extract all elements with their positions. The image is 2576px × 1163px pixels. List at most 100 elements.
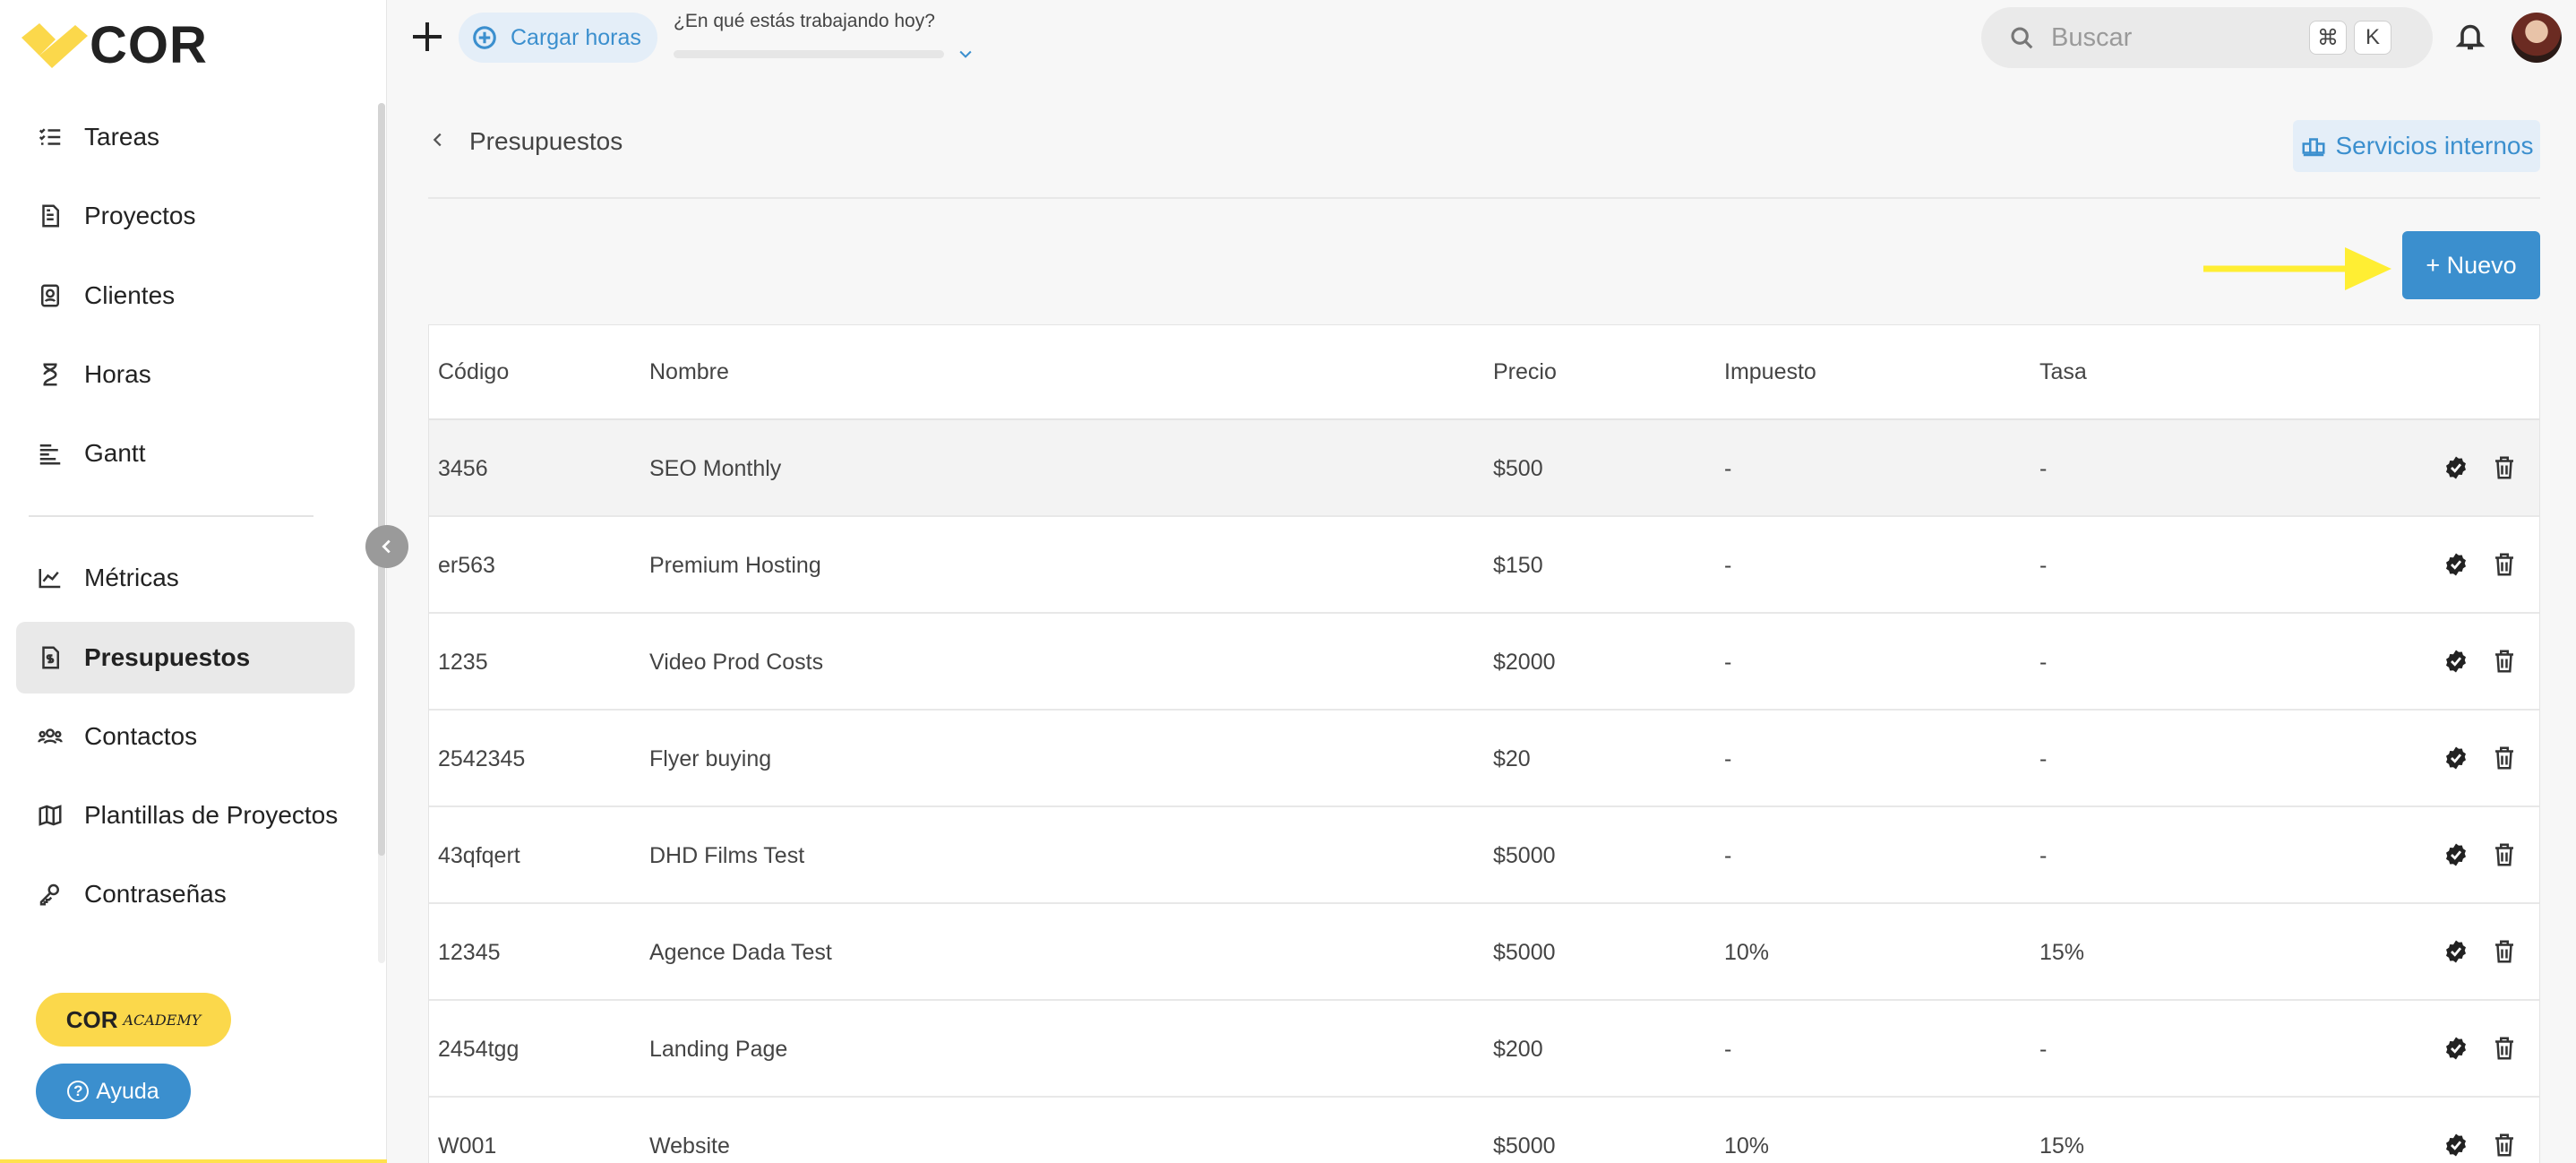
search-input[interactable] — [2051, 22, 2302, 53]
cor-logo-mark-icon — [21, 23, 88, 68]
cell-nombre: Premium Hosting — [649, 553, 821, 578]
cell-impuesto: - — [1724, 650, 1732, 675]
cor-academy-button[interactable]: COR ACADEMY — [36, 993, 231, 1047]
sidebar-item-metricas[interactable]: Métricas — [16, 542, 355, 614]
trash-icon[interactable] — [2491, 745, 2520, 773]
help-button[interactable]: ? Ayuda — [36, 1064, 191, 1119]
table-row[interactable]: er563 Premium Hosting $150 - - — [429, 517, 2539, 614]
table-row[interactable]: 12345 Agence Dada Test $5000 10% 15% — [429, 904, 2539, 1001]
verified-icon[interactable] — [2443, 1132, 2471, 1160]
sidebar-item-tareas[interactable]: Tareas — [16, 101, 355, 173]
verified-icon[interactable] — [2443, 745, 2471, 773]
sidebar-item-contrasenas[interactable]: Contraseñas — [16, 858, 355, 930]
table-row[interactable]: 43qfqert DHD Films Test $5000 - - — [429, 807, 2539, 904]
chevron-left-icon — [428, 130, 451, 153]
search-icon — [2008, 24, 2035, 51]
cell-precio: $200 — [1493, 1037, 1543, 1062]
column-header-tasa[interactable]: Tasa — [2039, 359, 2087, 385]
table-row[interactable]: 2542345 Flyer buying $20 - - — [429, 711, 2539, 807]
new-budget-button[interactable]: + Nuevo — [2402, 231, 2540, 299]
trash-icon[interactable] — [2491, 1132, 2520, 1160]
table-row[interactable]: 2454tgg Landing Page $200 - - — [429, 1001, 2539, 1098]
cell-precio: $2000 — [1493, 650, 1556, 675]
sidebar-item-gantt[interactable]: Gantt — [16, 418, 355, 489]
sidebar-item-label: Tareas — [84, 123, 160, 151]
header-divider — [428, 197, 2540, 199]
key-icon — [32, 876, 68, 912]
working-question: ¿En qué estás trabajando hoy? — [674, 11, 935, 31]
trash-icon[interactable] — [2491, 454, 2520, 483]
column-header-impuesto[interactable]: Impuesto — [1724, 359, 1816, 385]
table-row[interactable]: W001 Website $5000 10% 15% — [429, 1098, 2539, 1163]
cell-nombre: Website — [649, 1133, 730, 1159]
cell-tasa: - — [2039, 746, 2048, 771]
shortcut-key-cmd: ⌘ — [2309, 21, 2347, 55]
sidebar-item-contactos[interactable]: Contactos — [16, 701, 355, 772]
sidebar-item-clientes[interactable]: Clientes — [16, 260, 355, 332]
collapse-sidebar-button[interactable] — [365, 525, 408, 568]
servicios-internos-button[interactable]: Servicios internos — [2293, 120, 2540, 172]
sidebar-item-plantillas[interactable]: Plantillas de Proyectos — [16, 780, 355, 851]
cell-precio: $150 — [1493, 553, 1543, 578]
cell-impuesto: - — [1724, 746, 1732, 771]
trash-icon[interactable] — [2491, 648, 2520, 676]
trash-icon[interactable] — [2491, 841, 2520, 870]
verified-icon[interactable] — [2443, 938, 2471, 967]
cargar-horas-label: Cargar horas — [511, 24, 641, 50]
sidebar-item-label: Proyectos — [84, 202, 196, 229]
cell-precio: $20 — [1493, 746, 1531, 771]
cell-impuesto: - — [1724, 1037, 1732, 1062]
search-bar: ⌘ K — [1981, 7, 2433, 68]
column-header-codigo[interactable]: Código — [438, 359, 509, 385]
cor-logo[interactable]: COR — [20, 15, 208, 74]
add-icon[interactable] — [408, 18, 446, 56]
table-row[interactable]: 3456 SEO Monthly $500 - - — [429, 420, 2539, 517]
gantt-icon — [32, 435, 68, 471]
cell-codigo: 3456 — [438, 456, 488, 481]
cell-tasa: - — [2039, 553, 2048, 578]
cell-precio: $500 — [1493, 456, 1543, 481]
question-icon: ? — [67, 1081, 90, 1102]
sidebar-item-proyectos[interactable]: Proyectos — [16, 180, 355, 252]
working-on-selector[interactable]: ¿En qué estás trabajando hoy? — [674, 11, 978, 58]
verified-icon[interactable] — [2443, 1035, 2471, 1064]
sidebar-item-label: Gantt — [84, 439, 146, 467]
sidebar-item-horas[interactable]: Horas — [16, 339, 355, 410]
avatar[interactable] — [2512, 13, 2562, 63]
verified-icon[interactable] — [2443, 841, 2471, 870]
bell-icon[interactable] — [2454, 20, 2490, 56]
academy-sub-label: ACADEMY — [123, 1011, 202, 1029]
trash-icon[interactable] — [2491, 1035, 2520, 1064]
breadcrumb[interactable]: Presupuestos — [428, 127, 623, 156]
sidebar-scrollbar-thumb[interactable] — [378, 103, 385, 856]
chevron-left-icon — [382, 539, 391, 554]
sidebar-item-presupuestos[interactable]: Presupuestos — [16, 622, 355, 693]
sidebar-item-label: Presupuestos — [84, 643, 251, 671]
chevron-down-icon[interactable] — [957, 45, 975, 63]
cell-tasa: - — [2039, 843, 2048, 868]
cell-codigo: 2454tgg — [438, 1037, 519, 1062]
trash-icon[interactable] — [2491, 938, 2520, 967]
cell-codigo: 43qfqert — [438, 843, 520, 868]
cell-impuesto: - — [1724, 456, 1732, 481]
column-header-nombre[interactable]: Nombre — [649, 359, 729, 385]
cargar-horas-button[interactable]: Cargar horas — [459, 13, 657, 63]
map-icon — [32, 797, 68, 833]
cell-impuesto: 10% — [1724, 940, 1770, 965]
sidebar-item-label: Contactos — [84, 722, 198, 750]
verified-icon[interactable] — [2443, 454, 2471, 483]
working-input-bar[interactable] — [674, 50, 944, 58]
verified-icon[interactable] — [2443, 648, 2471, 676]
cell-nombre: Flyer buying — [649, 746, 772, 771]
cell-precio: $5000 — [1493, 940, 1556, 965]
projects-icon — [32, 198, 68, 234]
table-row[interactable]: 1235 Video Prod Costs $2000 - - — [429, 614, 2539, 711]
shortcut-key-k: K — [2354, 21, 2391, 55]
trash-icon[interactable] — [2491, 551, 2520, 580]
page-title: Presupuestos — [469, 127, 623, 155]
column-header-precio[interactable]: Precio — [1493, 359, 1557, 385]
logo-text: COR — [90, 15, 208, 74]
cell-nombre: DHD Films Test — [649, 843, 805, 868]
sidebar-item-label: Contraseñas — [84, 880, 227, 908]
verified-icon[interactable] — [2443, 551, 2471, 580]
